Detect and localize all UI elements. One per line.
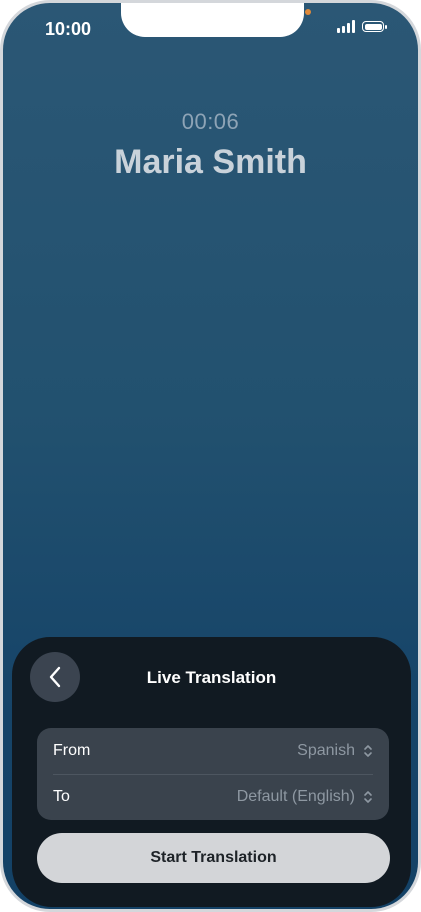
screen: 10:00 00:06 Maria Smith Live Translation… (3, 3, 418, 909)
chevron-up-down-icon (364, 791, 372, 803)
to-language-value: Default (English) (236, 788, 355, 805)
status-icons (337, 20, 387, 33)
notch (121, 3, 304, 37)
to-language-row[interactable]: To Default (English) (37, 774, 389, 820)
from-language-value: Spanish (297, 742, 355, 759)
live-translation-sheet: Live Translation From Spanish To Default… (12, 637, 411, 907)
caller-name: Maria Smith (114, 143, 307, 181)
battery-icon (362, 21, 387, 32)
camera-indicator-icon (305, 9, 311, 15)
from-label: From (53, 742, 91, 759)
from-language-row[interactable]: From Spanish (37, 728, 389, 774)
call-duration: 00:06 (181, 109, 240, 134)
start-translation-button[interactable]: Start Translation (37, 833, 390, 883)
chevron-up-down-icon (364, 745, 372, 757)
language-settings-card: From Spanish To Default (English) (37, 728, 389, 820)
sheet-title: Live Translation (146, 668, 277, 687)
status-time: 10:00 (45, 19, 92, 39)
device-frame: 10:00 00:06 Maria Smith Live Translation… (0, 0, 421, 912)
cellular-signal-icon (337, 20, 355, 33)
to-label: To (53, 788, 70, 805)
